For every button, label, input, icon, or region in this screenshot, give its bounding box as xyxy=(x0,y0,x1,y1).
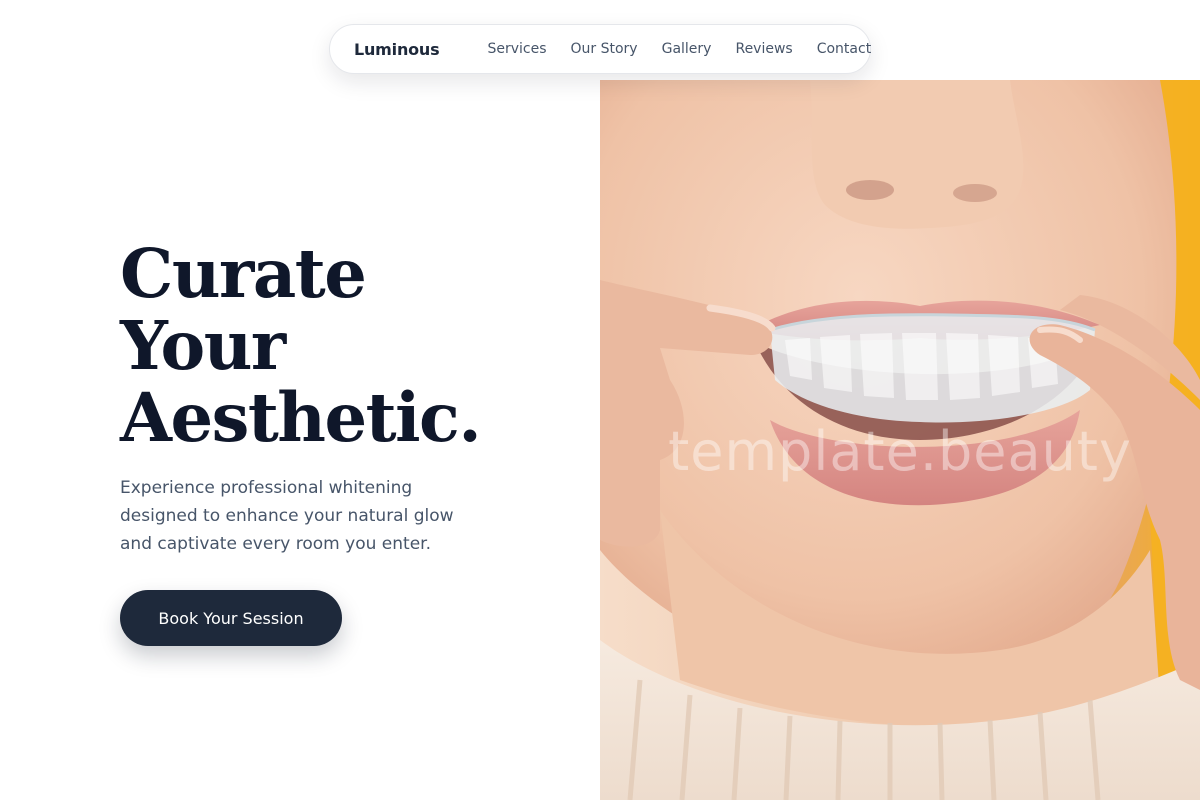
book-session-button[interactable]: Book Your Session xyxy=(120,590,342,646)
nav-link-services[interactable]: Services xyxy=(487,41,546,57)
hero-photo-illustration xyxy=(600,80,1200,800)
hero-image: template.beauty xyxy=(600,80,1200,800)
hero-title-line: Your xyxy=(120,306,286,385)
nav-link-gallery[interactable]: Gallery xyxy=(662,41,712,57)
hero-title-line: Curate xyxy=(120,234,367,313)
top-nav: Luminous Services Our Story Gallery Revi… xyxy=(329,24,871,74)
hero-title: Curate Your Aesthetic. xyxy=(120,234,482,457)
hero-title-line: Aesthetic. xyxy=(120,378,482,457)
nav-link-contact[interactable]: Contact xyxy=(817,41,871,57)
nav-links: Services Our Story Gallery Reviews Conta… xyxy=(487,41,871,57)
nav-link-reviews[interactable]: Reviews xyxy=(735,41,792,57)
brand-logo[interactable]: Luminous xyxy=(354,40,440,59)
nav-link-our-story[interactable]: Our Story xyxy=(571,41,638,57)
hero-subtitle: Experience professional whitening design… xyxy=(120,478,454,554)
